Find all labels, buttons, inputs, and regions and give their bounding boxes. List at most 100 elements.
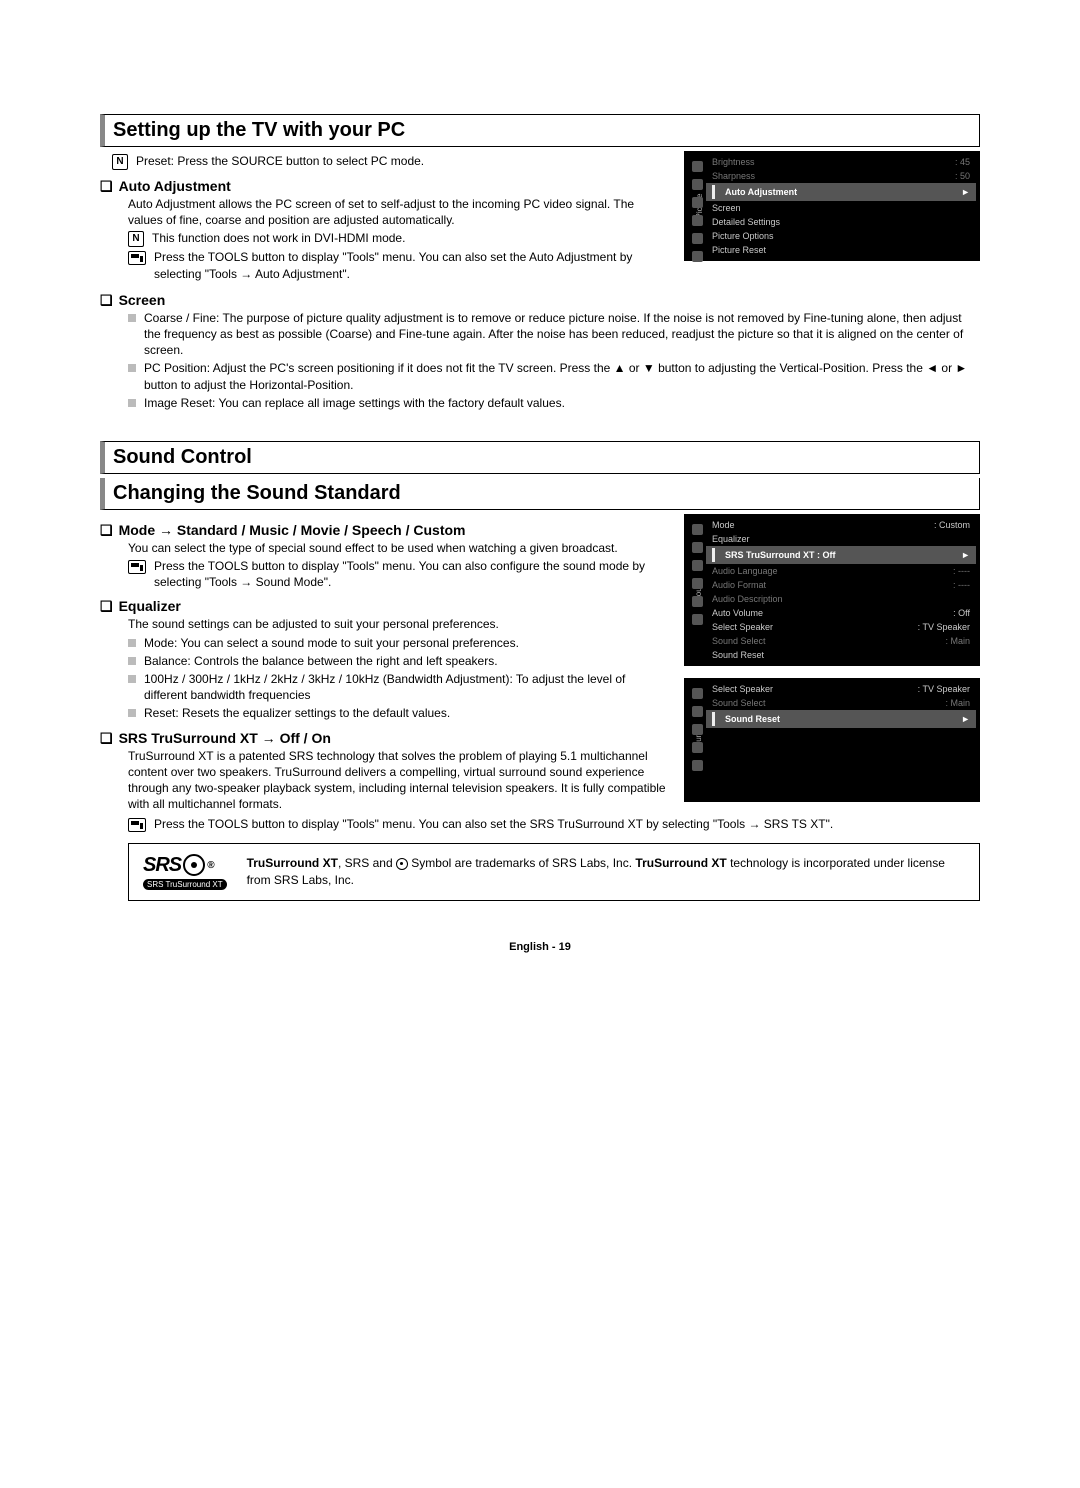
- section-header-sound-control: Sound Control: [100, 441, 980, 474]
- equalizer-item: 100Hz / 300Hz / 1kHz / 2kHz / 3kHz / 10k…: [128, 671, 668, 703]
- osd-menu-icon: [692, 560, 703, 571]
- osd-menu-icon: [692, 215, 703, 226]
- subhead-equalizer: ❏ Equalizer: [100, 598, 668, 614]
- screen-item: Coarse / Fine: The purpose of picture qu…: [128, 310, 980, 359]
- osd-row-blank: [706, 728, 976, 742]
- bullet-icon: [128, 675, 136, 683]
- section-header-pc: Setting up the TV with your PC: [100, 114, 980, 147]
- checkbox-icon: ❏: [100, 179, 113, 193]
- screen-item: PC Position: Adjust the PC's screen posi…: [128, 360, 980, 392]
- osd-menu-icon: [692, 542, 703, 553]
- osd-picture: Picture Brightness: 45Sharpness: 50Auto …: [684, 151, 980, 261]
- checkbox-icon: ❏: [100, 731, 113, 745]
- section-header-sound-standard: Changing the Sound Standard: [100, 478, 980, 510]
- osd-row: Sound Reset: [706, 648, 976, 662]
- srs-trademark-box: SRS ® SRS TruSurround XT TruSurround XT,…: [128, 843, 980, 901]
- osd-menu-icon: [692, 161, 703, 172]
- osd-menu-icon: [692, 578, 703, 589]
- tools-icon: [128, 560, 146, 574]
- osd-row: Mode: Custom: [706, 518, 976, 532]
- subhead-srs: ❏ SRS TruSurround XT → Off / On: [100, 730, 668, 746]
- bullet-icon: [128, 639, 136, 647]
- chevron-right-icon: ►: [961, 550, 970, 560]
- osd-row: Sound Select: Main: [706, 634, 976, 648]
- page-footer: English - 19: [100, 941, 980, 953]
- srs-symbol-icon: [183, 854, 205, 876]
- osd-menu-icon: [692, 251, 703, 262]
- tools-icon: [128, 251, 146, 265]
- osd-row: Equalizer: [706, 532, 976, 546]
- osd-menu-icon: [692, 596, 703, 607]
- osd-row: Audio Language: ----: [706, 564, 976, 578]
- osd-menu-icon: [692, 614, 703, 625]
- osd-menu-icon: [692, 524, 703, 535]
- tools-icon: [128, 818, 146, 832]
- equalizer-item: Balance: Controls the balance between th…: [128, 653, 668, 669]
- osd-icon-column: [692, 155, 703, 262]
- auto-adj-tool: Press the TOOLS button to display "Tools…: [154, 249, 668, 281]
- mode-tool: Press the TOOLS button to display "Tools…: [154, 558, 668, 590]
- osd-row: Sound Reset►: [706, 710, 976, 728]
- osd-row: Auto Adjustment►: [706, 183, 976, 201]
- osd-row: SRS TruSurround XT : Off►: [706, 546, 976, 564]
- osd-menu-icon: [692, 233, 703, 244]
- osd-row: Picture Options: [706, 229, 976, 243]
- equalizer-item: Reset: Resets the equalizer settings to …: [128, 705, 668, 721]
- osd-menu-icon: [692, 179, 703, 190]
- checkbox-icon: ❏: [100, 523, 113, 537]
- osd-icon-column: [692, 518, 703, 625]
- auto-adj-body: Auto Adjustment allows the PC screen of …: [128, 196, 668, 228]
- chevron-right-icon: ►: [961, 187, 970, 197]
- osd-row: Select Speaker: TV Speaker: [706, 620, 976, 634]
- osd-row-blank: [706, 770, 976, 784]
- osd-menu-icon: [692, 742, 703, 753]
- subhead-auto-adjustment: ❏ Auto Adjustment: [100, 178, 668, 194]
- note-icon: N: [112, 154, 128, 170]
- screen-item: Image Reset: You can replace all image s…: [128, 395, 980, 411]
- osd-row: Select Speaker: TV Speaker: [706, 682, 976, 696]
- osd-row: Screen: [706, 201, 976, 215]
- osd-row: Picture Reset: [706, 243, 976, 257]
- osd-sound-1: Sound Mode: CustomEqualizerSRS TruSurrou…: [684, 514, 980, 666]
- osd-menu-icon: [692, 760, 703, 771]
- osd-menu-icon: [692, 706, 703, 717]
- srs-body: TruSurround XT is a patented SRS technol…: [128, 748, 668, 813]
- mode-body: You can select the type of special sound…: [128, 540, 668, 556]
- section-title-pc: Setting up the TV with your PC: [113, 119, 405, 141]
- srs-logo: SRS ® SRS TruSurround XT: [143, 854, 227, 890]
- srs-trademark-text: TruSurround XT, SRS and Symbol are trade…: [247, 855, 965, 889]
- osd-row-blank: [706, 742, 976, 756]
- bullet-icon: [128, 657, 136, 665]
- eq-body: The sound settings can be adjusted to su…: [128, 616, 668, 632]
- preset-note: Preset: Press the SOURCE button to selec…: [136, 153, 424, 169]
- bullet-icon: [128, 709, 136, 717]
- osd-row: Sharpness: 50: [706, 169, 976, 183]
- subhead-mode: ❏ Mode → Standard / Music / Movie / Spee…: [100, 522, 668, 538]
- section-title-sound-standard: Changing the Sound Standard: [113, 482, 401, 504]
- osd-row: Sound Select: Main: [706, 696, 976, 710]
- osd-row: Audio Description: [706, 592, 976, 606]
- checkbox-icon: ❏: [100, 599, 113, 613]
- osd-row: Detailed Settings: [706, 215, 976, 229]
- srs-tool: Press the TOOLS button to display "Tools…: [154, 816, 833, 832]
- osd-row-blank: [706, 784, 976, 798]
- bullet-icon: [128, 364, 136, 372]
- auto-adj-note: This function does not work in DVI-HDMI …: [152, 230, 405, 246]
- bullet-icon: [128, 314, 136, 322]
- chevron-right-icon: ►: [961, 714, 970, 724]
- osd-icon-column: [692, 682, 703, 771]
- checkbox-icon: ❏: [100, 293, 113, 307]
- osd-row: Auto Volume: Off: [706, 606, 976, 620]
- osd-menu-icon: [692, 197, 703, 208]
- srs-symbol-icon: [396, 858, 408, 870]
- osd-row: Brightness: 45: [706, 155, 976, 169]
- section-title-sound-control: Sound Control: [113, 446, 252, 468]
- subhead-screen: ❏ Screen: [100, 292, 980, 308]
- equalizer-item: Mode: You can select a sound mode to sui…: [128, 635, 668, 651]
- note-icon: N: [128, 231, 144, 247]
- osd-menu-icon: [692, 724, 703, 735]
- osd-sound-2: Sound Select Speaker: TV SpeakerSound Se…: [684, 678, 980, 802]
- srs-logo-tag: SRS TruSurround XT: [143, 879, 227, 890]
- osd-row-blank: [706, 756, 976, 770]
- osd-menu-icon: [692, 688, 703, 699]
